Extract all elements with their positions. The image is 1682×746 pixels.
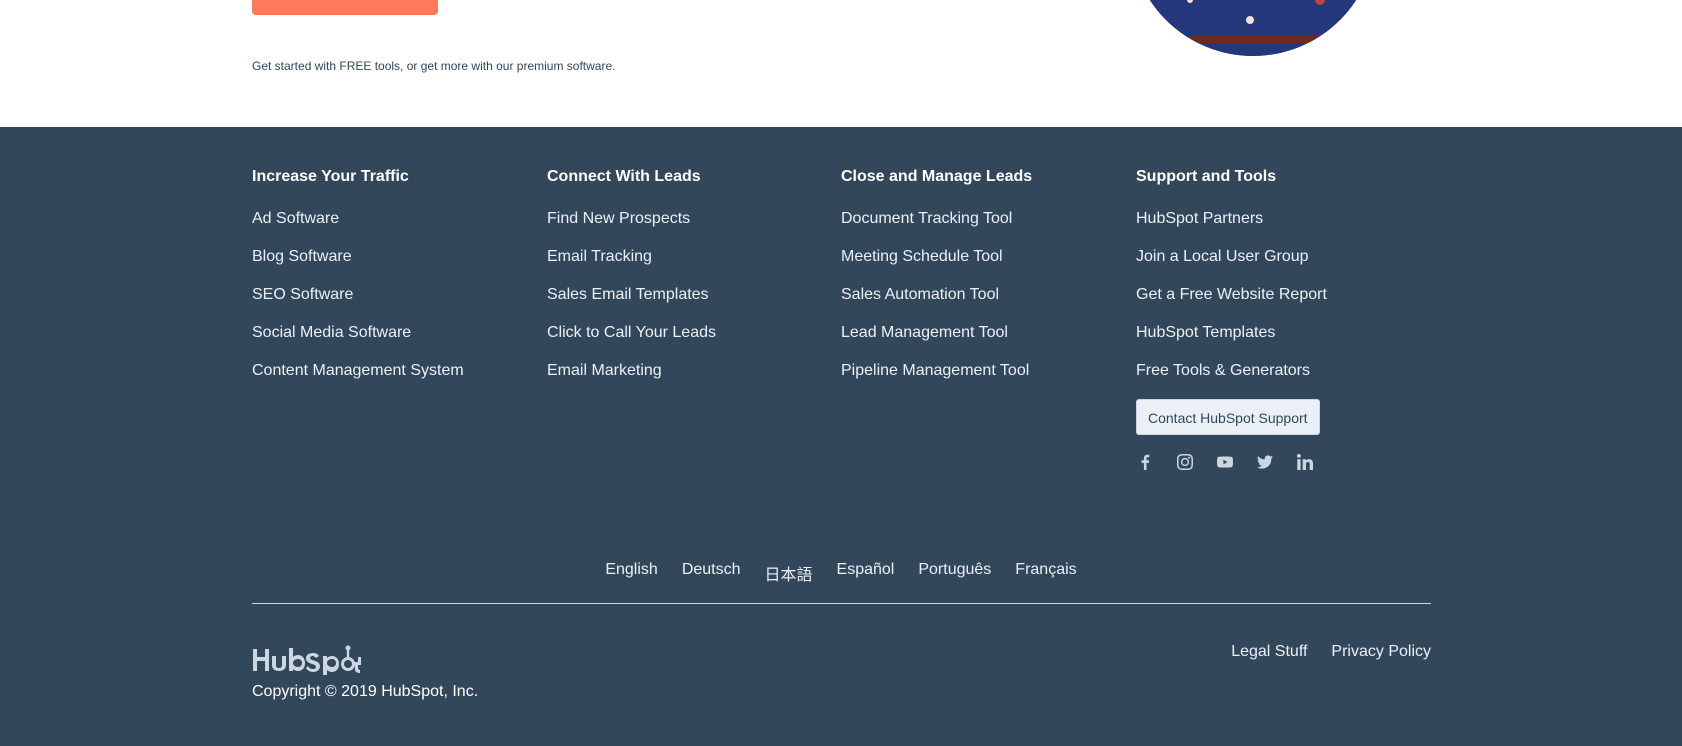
hero-tagline: Get started with FREE tools, or get more… <box>252 59 616 73</box>
legal-stuff-link[interactable]: Legal Stuff <box>1231 643 1307 661</box>
language-link-espanol[interactable]: Español <box>837 561 895 585</box>
footer-column-title: Connect With Leads <box>547 168 701 185</box>
footer-link[interactable]: Ad Software <box>252 210 339 227</box>
footer-link[interactable]: Free Tools & Generators <box>1136 362 1310 379</box>
footer-link[interactable]: SEO Software <box>252 286 353 303</box>
footer-link[interactable]: Email Marketing <box>547 362 662 379</box>
footer-column-title: Support and Tools <box>1136 168 1277 185</box>
footer-link[interactable]: Blog Software <box>252 248 352 265</box>
footer-link[interactable]: Click to Call Your Leads <box>547 324 716 341</box>
footer-link[interactable]: Content Management System <box>252 362 464 379</box>
footer-column-support: Support and Tools HubSpot Partners Join … <box>1136 167 1416 471</box>
language-link-deutsch[interactable]: Deutsch <box>682 561 741 585</box>
cta-button[interactable] <box>252 0 438 15</box>
linkedin-icon[interactable] <box>1296 453 1314 471</box>
footer-link[interactable]: Get a Free Website Report <box>1136 286 1327 303</box>
language-link-francais[interactable]: Français <box>1015 561 1076 585</box>
footer-link[interactable]: Pipeline Management Tool <box>841 362 1029 379</box>
language-link-japanese[interactable]: 日本語 <box>765 561 813 585</box>
footer-link[interactable]: Find New Prospects <box>547 210 690 227</box>
site-footer: Increase Your Traffic Ad Software Blog S… <box>0 127 1682 746</box>
language-selector: English Deutsch 日本語 Español Português Fr… <box>0 561 1682 585</box>
footer-divider <box>252 603 1431 604</box>
legal-links: Legal Stuff Privacy Policy <box>1231 643 1431 661</box>
facebook-icon[interactable] <box>1136 453 1154 471</box>
contact-support-button[interactable]: Contact HubSpot Support <box>1136 399 1320 435</box>
footer-link[interactable]: Social Media Software <box>252 324 411 341</box>
language-link-english[interactable]: English <box>605 561 657 585</box>
footer-column-manage: Close and Manage Leads Document Tracking… <box>841 167 1121 397</box>
youtube-icon[interactable] <box>1216 453 1234 471</box>
footer-link[interactable]: Sales Automation Tool <box>841 286 999 303</box>
privacy-policy-link[interactable]: Privacy Policy <box>1331 643 1431 661</box>
footer-link[interactable]: Lead Management Tool <box>841 324 1008 341</box>
footer-column-leads: Connect With Leads Find New Prospects Em… <box>547 167 827 397</box>
footer-column-traffic: Increase Your Traffic Ad Software Blog S… <box>252 167 532 397</box>
footer-link[interactable]: HubSpot Partners <box>1136 210 1263 227</box>
footer-link[interactable]: Meeting Schedule Tool <box>841 248 1003 265</box>
footer-column-title: Increase Your Traffic <box>252 168 409 185</box>
footer-column-title: Close and Manage Leads <box>841 168 1033 185</box>
footer-link[interactable]: Sales Email Templates <box>547 286 709 303</box>
hero-photo <box>1130 0 1376 56</box>
twitter-icon[interactable] <box>1256 453 1274 471</box>
language-link-portugues[interactable]: Português <box>918 561 991 585</box>
footer-link[interactable]: Document Tracking Tool <box>841 210 1012 227</box>
footer-link[interactable]: Join a Local User Group <box>1136 248 1309 265</box>
hero-section: Get started with FREE tools, or get more… <box>0 0 1682 127</box>
footer-link[interactable]: HubSpot Templates <box>1136 324 1275 341</box>
footer-link[interactable]: Email Tracking <box>547 248 652 265</box>
copyright-text: Copyright © 2019 HubSpot, Inc. <box>252 683 479 700</box>
instagram-icon[interactable] <box>1176 453 1194 471</box>
hubspot-logo[interactable] <box>251 643 361 680</box>
social-links <box>1136 453 1416 471</box>
